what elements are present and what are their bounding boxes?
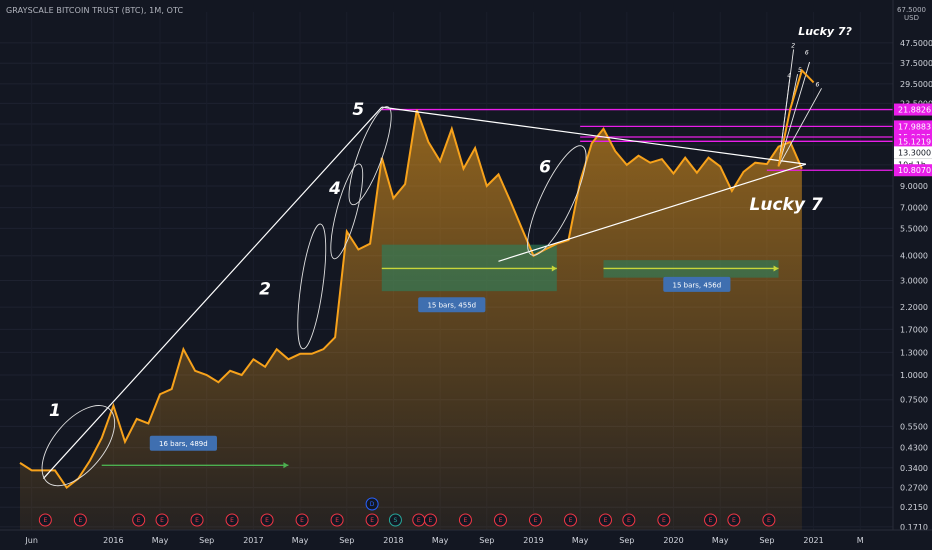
y-tick-label: 9.0000	[900, 182, 928, 191]
x-tick-label: May	[572, 536, 589, 545]
wave-label: 1	[49, 401, 61, 421]
y-tick-label: 4.0000	[900, 252, 928, 261]
projection-count: 6	[805, 50, 809, 57]
wave-label: 4	[328, 179, 341, 199]
dividend-marker-text: D	[370, 501, 375, 508]
projection-count: 2	[791, 42, 795, 49]
earnings-marker-text: E	[732, 517, 736, 524]
earnings-marker-text: E	[429, 517, 433, 524]
earnings-marker-text: E	[499, 517, 503, 524]
wave-label: 5	[352, 100, 364, 120]
price-tag-text: 10.8070	[898, 166, 931, 175]
x-axis-panel[interactable]	[0, 530, 932, 550]
y-tick-label: 0.3400	[900, 464, 928, 473]
x-tick-label: Sep	[199, 536, 214, 545]
earnings-marker-text: E	[160, 517, 164, 524]
earnings-marker-text: E	[534, 517, 538, 524]
wave-ellipse[interactable]	[292, 223, 331, 351]
wave-label: 6	[539, 158, 551, 178]
x-tick-label: 2018	[383, 536, 403, 545]
x-tick-label: M	[857, 536, 864, 545]
x-tick-label: Sep	[759, 536, 774, 545]
price-chart[interactable]: 16 bars, 489d 15 bars, 455d 15 bars, 456d 2…	[0, 0, 932, 550]
earnings-marker-text: E	[195, 517, 199, 524]
y-tick-label: 5.5000	[900, 224, 928, 233]
currency-label: 67.5000 USD	[897, 6, 926, 22]
y-tick-label: 3.0000	[900, 276, 928, 285]
y-tick-label: 0.7500	[900, 396, 928, 405]
earnings-marker-text: E	[569, 517, 573, 524]
y-tick-label: 1.7000	[900, 325, 928, 334]
earnings-marker-text: E	[300, 517, 304, 524]
earnings-marker-text: E	[627, 517, 631, 524]
y-tick-label: 1.0000	[900, 371, 928, 380]
price-tag-text: 21.8826	[898, 106, 931, 115]
range-badge-text: 15 bars, 455d	[427, 302, 476, 310]
y-tick-label: 0.2700	[900, 484, 928, 493]
price-tag-text: 13.3000	[898, 148, 931, 157]
y-tick-label: 7.0000	[900, 204, 928, 213]
earnings-marker-text: E	[265, 517, 269, 524]
projection-count: 4	[787, 73, 791, 80]
x-tick-label: 2016	[103, 536, 123, 545]
price-tag-text: 15.1219	[898, 137, 931, 146]
price-area	[20, 109, 802, 531]
projection-line	[778, 88, 822, 167]
earnings-marker-text: E	[137, 517, 141, 524]
y-tick-label: 37.5000	[900, 59, 932, 68]
earnings-marker-text: E	[370, 517, 374, 524]
price-tag-text: 17.9883	[898, 122, 931, 131]
split-marker-text: S	[394, 517, 398, 524]
x-tick-label: May	[292, 536, 309, 545]
x-tick-label: May	[152, 536, 169, 545]
currency-unit: USD	[904, 14, 919, 22]
price-tags: 21.882617.988315.903515.121913.300010d 1…	[894, 103, 932, 177]
y-tick-label: 0.2150	[900, 503, 928, 512]
y-tick-label: 29.5000	[900, 80, 932, 89]
earnings-marker-text: E	[464, 517, 468, 524]
y-tick-label: 0.5500	[900, 422, 928, 431]
range-badge-text: 16 bars, 489d	[159, 440, 208, 448]
x-tick-label: May	[432, 536, 449, 545]
x-tick-label: 2021	[803, 536, 823, 545]
range-badge-text: 15 bars, 456d	[673, 281, 722, 289]
wave-label: 2	[259, 279, 271, 299]
earnings-marker-text: E	[78, 517, 82, 524]
x-tick-label: 2019	[523, 536, 543, 545]
projection-count: 6	[816, 81, 820, 88]
y-tick-label: 47.5000	[900, 39, 932, 48]
x-tick-label: Sep	[619, 536, 634, 545]
x-tick-label: Sep	[339, 536, 354, 545]
lucky-7-label: Lucky 7	[750, 195, 823, 215]
earnings-marker-text: E	[43, 517, 47, 524]
earnings-marker-text: E	[767, 517, 771, 524]
y-tick-label: 0.4300	[900, 444, 928, 453]
x-tick-label: 2017	[243, 536, 263, 545]
earnings-marker-text: E	[417, 517, 421, 524]
earnings-marker-text: E	[709, 517, 713, 524]
lucky-7-question-label: Lucky 7?	[798, 25, 852, 38]
y-tick-label: 2.2000	[900, 303, 928, 312]
earnings-marker-text: E	[230, 517, 234, 524]
earnings-marker-text: E	[604, 517, 608, 524]
earnings-marker-text: E	[335, 517, 339, 524]
x-tick-label: 2020	[663, 536, 683, 545]
top-price-label: 67.5000	[897, 6, 926, 14]
projection-count: 5	[798, 67, 802, 74]
chart-title: GRAYSCALE BITCOIN TRUST (BTC), 1M, OTC	[6, 6, 184, 15]
y-tick-label: 1.3000	[900, 348, 928, 357]
x-tick-label: May	[712, 536, 729, 545]
x-tick-label: Sep	[479, 536, 494, 545]
x-tick-label: Jun	[24, 536, 38, 545]
earnings-marker-text: E	[662, 517, 666, 524]
